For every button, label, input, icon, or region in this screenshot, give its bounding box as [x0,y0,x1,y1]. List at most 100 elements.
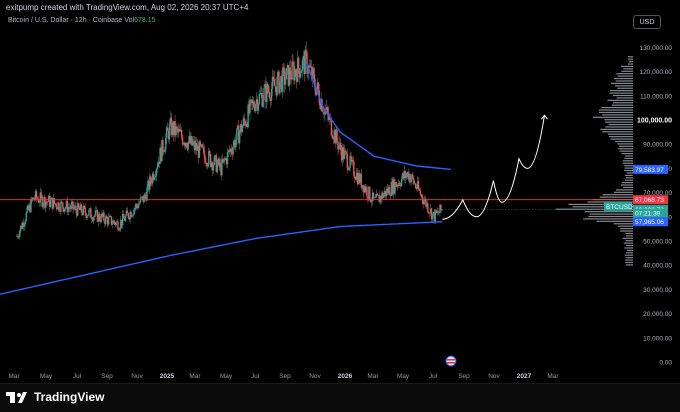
candle-body [61,201,63,203]
time-axis-tick: Jul [429,373,438,380]
time-axis-tick: May [40,373,53,380]
moving-average-long-line [0,221,443,295]
candle-body [18,236,20,238]
candle-body [93,215,96,218]
candle-body [282,67,285,69]
candle-body [235,139,237,148]
candle-body [399,182,401,186]
candle-body [90,208,92,218]
volume-profile-bar [617,75,633,77]
volume-profile-bar [613,223,633,225]
candle-body [53,198,56,204]
time-axis-tick: May [220,373,233,380]
candle-body [163,151,165,153]
candle-body [431,213,434,220]
tradingview-logo-icon [6,392,27,403]
volume-profile-bar [624,157,633,160]
tradingview-logo[interactable]: TradingView [6,390,104,404]
candle-body [297,57,300,69]
candle-body [176,126,178,129]
volume-profile-bar [619,230,633,232]
time-axis-tick: 2026 [338,373,353,380]
candle-body [84,207,86,214]
candle-body [98,213,100,220]
volume-profile-bar [626,252,633,254]
candle-body [156,167,159,170]
time-axis-tick: Nov [309,373,321,380]
volume-profile-bar [627,63,633,65]
candles [16,41,443,240]
candle-body [282,67,284,92]
volume-profile-bar [618,148,633,150]
candle-body [305,49,307,53]
candle-body [154,176,157,178]
candle-body [117,221,119,230]
volume-profile-bar [624,167,633,169]
volume-profile-bar [627,56,633,58]
candle-body [372,192,375,199]
volume-profile-bar [605,126,633,128]
candle-body [236,128,238,140]
candle-body [25,212,27,222]
time-axis-tick: Sep [101,373,113,380]
volume-profile-bar [617,225,633,227]
candle-body [427,203,429,213]
price-axis-tick: 0.00 [659,360,672,367]
candle-body [366,187,368,197]
candle-body [77,203,80,208]
candle-body [192,142,194,146]
candle-body [187,141,189,150]
volume-profile-bar [585,211,633,213]
candle-body [42,204,44,207]
candle-body [38,202,41,203]
candle-body [369,186,371,200]
candle-body [107,217,110,225]
volume-profile-bar [617,87,633,89]
volume-profile-bar [615,189,633,191]
candle-body [417,181,420,190]
price-chart[interactable]: 130,000.00 120,000.00 110,000.00 100,000.00… [0,0,680,383]
candle-body [262,100,264,107]
price-tag-label: 79,583.97 [635,167,664,174]
volume-profile-bar [626,172,633,174]
candle-body [331,135,334,139]
volume-profile-bar [626,249,633,251]
volume-profile-bar [624,169,633,172]
candle-body [35,191,38,199]
candle-body [134,208,136,210]
volume-profile-bar [596,220,633,222]
candle-body [80,204,83,213]
candle-body [113,220,115,223]
candle-body [115,222,117,226]
price-axis-tick: 40,000.00 [643,263,672,270]
candle-body [137,204,140,209]
flag-icon[interactable] [445,355,457,367]
candle-body [122,213,125,219]
volume-profile-bar [608,123,633,126]
candle-body [63,208,66,212]
volume-profile-bar [599,196,633,198]
candle-body [126,210,129,213]
candle-body [345,151,348,155]
volume-profile-bar [623,186,633,189]
volume-profile-bar [610,82,633,84]
volume-profile-bar [611,104,633,106]
time-axis-tick: Nov [488,373,500,380]
candle-body [304,49,306,75]
candle-body [243,118,246,122]
time-axis-tick: Mar [8,373,20,380]
candle-body [374,197,377,199]
candle-body [47,201,49,203]
time-axis[interactable]: Mar May Jul Sep Nov 2025 Mar May Jul Sep Nov 2026 Ma… [8,373,559,380]
volume-profile-bar [625,232,633,235]
candle-body [428,212,430,213]
candle-body [165,137,167,150]
price-axis-tick: 50,000.00 [643,239,672,246]
candle-body [238,132,241,144]
candle-body [92,217,95,221]
volume-profile-bar [624,179,633,181]
moving-average-short-line [305,61,451,171]
volume-profile-bar [625,257,633,259]
volume-profile-bar [625,155,633,157]
candle-body [226,151,229,165]
